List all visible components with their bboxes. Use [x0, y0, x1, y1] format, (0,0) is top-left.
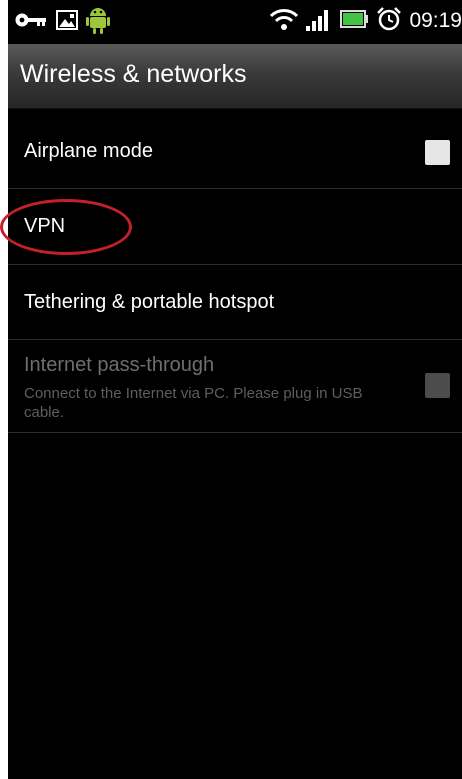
- airplane-mode-checkbox[interactable]: [425, 140, 450, 165]
- settings-list: Airplane mode VPN Tethering & portable h…: [8, 116, 462, 433]
- internet-pass-through-checkbox: [425, 373, 450, 398]
- settings-item-airplane-mode[interactable]: Airplane mode: [8, 116, 462, 189]
- settings-item-tethering[interactable]: Tethering & portable hotspot: [8, 265, 462, 340]
- wifi-icon: [269, 7, 299, 36]
- notification-icons: [14, 7, 110, 36]
- image-icon: [56, 9, 78, 36]
- phone-screen: 09:19 Wireless & networks Airplane mode …: [8, 0, 462, 779]
- settings-item-label: Internet pass-through: [24, 354, 215, 376]
- settings-item-vpn[interactable]: VPN: [8, 189, 462, 265]
- settings-item-label: Tethering & portable hotspot: [24, 291, 275, 313]
- android-icon: [86, 5, 110, 40]
- page-title: Wireless & networks: [20, 60, 247, 88]
- battery-icon: [339, 9, 369, 34]
- signal-icon: [306, 7, 332, 36]
- status-clock: 09:19: [409, 9, 462, 32]
- settings-item-summary: Connect to the Internet via PC. Please p…: [24, 385, 363, 421]
- alarm-clock-icon: [376, 6, 402, 37]
- screen-header: Wireless & networks: [8, 44, 462, 109]
- settings-item-label: VPN: [24, 215, 66, 237]
- status-bar: 09:19: [8, 0, 462, 44]
- system-status-icons: 09:19: [269, 6, 462, 36]
- settings-item-label: Airplane mode: [24, 140, 153, 162]
- settings-item-internet-pass-through: Internet pass-through Connect to the Int…: [8, 340, 462, 433]
- vpn-key-icon: [14, 10, 48, 35]
